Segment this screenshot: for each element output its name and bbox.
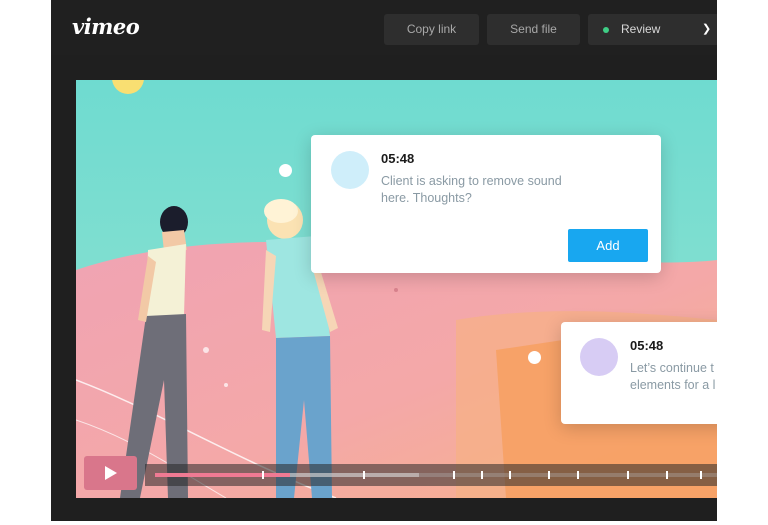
comment-marker[interactable]: [528, 351, 541, 364]
comment-card: 05:48 Client is asking to remove sound h…: [311, 135, 661, 273]
review-dropdown[interactable]: Review ❯: [588, 14, 717, 45]
comment-text: Let’s continue t elements for a l: [630, 360, 717, 394]
progress-fill: [155, 473, 290, 477]
copy-link-button[interactable]: Copy link: [384, 14, 479, 45]
status-dot: [603, 27, 609, 33]
play-button[interactable]: [84, 456, 137, 490]
comment-timestamp: 05:48: [381, 151, 415, 166]
timeline-comment-tick[interactable]: [480, 471, 483, 479]
vimeo-logo[interactable]: vimeo: [72, 14, 140, 39]
timeline-comment-tick[interactable]: [509, 471, 512, 479]
timeline-comment-tick[interactable]: [261, 471, 264, 479]
avatar: [331, 151, 369, 189]
progress-bar[interactable]: [145, 464, 717, 486]
top-bar: vimeo Copy link Send file Review ❯: [51, 0, 717, 55]
comment-text-line: Let’s continue t: [630, 361, 714, 375]
timeline-comment-tick[interactable]: [548, 471, 551, 479]
timeline-comment-tick[interactable]: [452, 471, 455, 479]
comment-marker[interactable]: [279, 164, 292, 177]
avatar: [580, 338, 618, 376]
play-icon: [105, 466, 117, 480]
timeline-comment-tick[interactable]: [627, 471, 630, 479]
app-window: vimeo Copy link Send file Review ❯ 05:48…: [51, 0, 717, 521]
comment-timestamp: 05:48: [630, 338, 664, 353]
send-file-button[interactable]: Send file: [487, 14, 580, 45]
timeline-comment-tick[interactable]: [362, 471, 365, 479]
timeline-comment-tick[interactable]: [576, 471, 579, 479]
comment-card: 05:48 Let’s continue t elements for a l: [561, 322, 717, 424]
comment-text: Client is asking to remove sound here. T…: [381, 174, 562, 205]
progress-buffered: [289, 473, 420, 477]
comment-text-line: elements for a l: [630, 378, 716, 392]
timeline-comment-tick[interactable]: [666, 471, 669, 479]
timeline-comment-tick[interactable]: [700, 471, 703, 479]
chevron-down-icon: ❯: [702, 23, 712, 35]
add-button[interactable]: Add: [568, 229, 648, 262]
review-label: Review: [621, 22, 661, 36]
